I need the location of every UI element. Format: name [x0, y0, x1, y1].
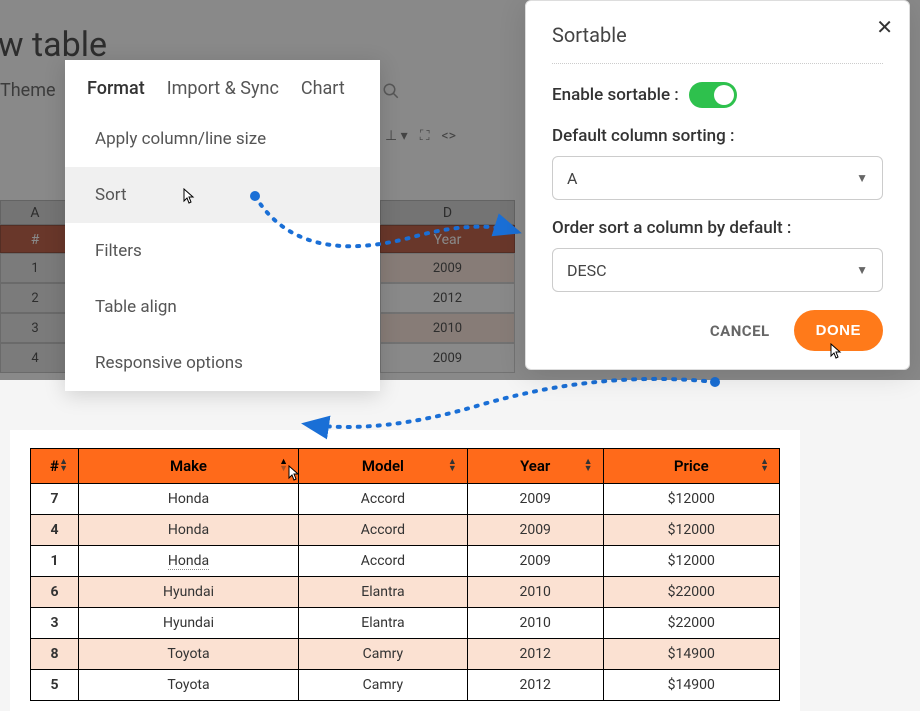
menu-responsive[interactable]: Responsive options	[65, 335, 380, 391]
cell-model: Elantra	[299, 608, 468, 639]
cell-num: 3	[31, 608, 79, 639]
cell-make: Toyota	[79, 639, 299, 670]
cell-price: $22000	[603, 577, 779, 608]
sort-icon[interactable]: ▲▼	[59, 459, 68, 473]
cell-num: 7	[31, 484, 79, 515]
cell-model: Camry	[299, 670, 468, 701]
table-row: 8ToyotaCamry2012$14900	[31, 639, 780, 670]
th-label: Make	[170, 457, 207, 475]
th-label: Price	[674, 457, 709, 475]
sortable-modal: ✕ Sortable Enable sortable : Default col…	[525, 0, 910, 370]
table-row: 1HondaAccord2009$12000	[31, 546, 780, 577]
cell-year: 2009	[467, 546, 603, 577]
order-value: DESC	[567, 261, 607, 280]
order-select[interactable]: DESC ▼	[552, 248, 883, 292]
cell-year: 2010	[467, 608, 603, 639]
default-col-label: Default column sorting :	[552, 126, 883, 146]
chevron-down-icon: ▼	[856, 263, 868, 277]
cell-num: 6	[31, 577, 79, 608]
table-row: 5ToyotaCamry2012$14900	[31, 670, 780, 701]
cell-model: Accord	[299, 484, 468, 515]
cell-model: Accord	[299, 546, 468, 577]
cell-price: $14900	[603, 670, 779, 701]
cell-model: Elantra	[299, 577, 468, 608]
sort-icon[interactable]: ▲▼	[279, 459, 288, 473]
format-dropdown: Format Import & Sync Chart Apply column/…	[65, 60, 380, 391]
close-icon[interactable]: ✕	[876, 15, 893, 39]
th-label: Model	[362, 457, 404, 475]
default-col-select[interactable]: A ▼	[552, 156, 883, 200]
cell-make: Hyundai	[79, 577, 299, 608]
cell-make: Honda	[79, 546, 299, 577]
sort-icon[interactable]: ▲▼	[584, 459, 593, 473]
done-button[interactable]: DONE	[794, 310, 883, 351]
result-table-area: # ▲▼ Make ▲▼ Model ▲▼ Year ▲▼ Price ▲▼	[10, 430, 800, 711]
modal-footer: CANCEL DONE	[552, 310, 883, 351]
sort-icon[interactable]: ▲▼	[760, 459, 769, 473]
table-row: 3HyundaiElantra2010$22000	[31, 608, 780, 639]
cell-price: $12000	[603, 546, 779, 577]
cell-num: 4	[31, 515, 79, 546]
tab-chart[interactable]: Chart	[301, 78, 345, 99]
cell-price: $12000	[603, 515, 779, 546]
th-label: #	[50, 457, 59, 475]
enable-sortable-row: Enable sortable :	[552, 82, 883, 108]
default-col-value: A	[567, 169, 577, 188]
th-price[interactable]: Price ▲▼	[603, 449, 779, 484]
th-num[interactable]: # ▲▼	[31, 449, 79, 484]
cancel-button[interactable]: CANCEL	[710, 322, 770, 340]
modal-title: Sortable	[552, 23, 883, 64]
enable-sortable-toggle[interactable]	[689, 82, 737, 108]
cell-price: $12000	[603, 484, 779, 515]
cell-num: 1	[31, 546, 79, 577]
dropdown-tabs: Format Import & Sync Chart	[65, 60, 380, 111]
th-make[interactable]: Make ▲▼	[79, 449, 299, 484]
search-icon[interactable]	[382, 82, 400, 105]
cell-year: 2009	[467, 515, 603, 546]
cell-year: 2012	[467, 670, 603, 701]
table-row: 6HyundaiElantra2010$22000	[31, 577, 780, 608]
cell-year: 2009	[467, 484, 603, 515]
table-row: 4HondaAccord2009$12000	[31, 515, 780, 546]
th-label: Year	[520, 457, 550, 475]
cell-price: $22000	[603, 608, 779, 639]
cell-num: 8	[31, 639, 79, 670]
enable-sortable-label: Enable sortable :	[552, 85, 679, 105]
tab-import-sync[interactable]: Import & Sync	[167, 78, 279, 99]
cell-make: Honda	[79, 484, 299, 515]
cell-make: Honda	[79, 515, 299, 546]
th-model[interactable]: Model ▲▼	[299, 449, 468, 484]
cell-year: 2012	[467, 639, 603, 670]
cell-make: Toyota	[79, 670, 299, 701]
cell-year: 2010	[467, 577, 603, 608]
result-table: # ▲▼ Make ▲▼ Model ▲▼ Year ▲▼ Price ▲▼	[30, 448, 780, 701]
cell-model: Accord	[299, 515, 468, 546]
sort-icon[interactable]: ▲▼	[448, 459, 457, 473]
menu-filters[interactable]: Filters	[65, 223, 380, 279]
tab-format[interactable]: Format	[87, 78, 145, 99]
menu-sort[interactable]: Sort	[65, 167, 380, 223]
cell-model: Camry	[299, 639, 468, 670]
cell-price: $14900	[603, 639, 779, 670]
menu-table-align[interactable]: Table align	[65, 279, 380, 335]
cell-make: Hyundai	[79, 608, 299, 639]
table-header-row: # ▲▼ Make ▲▼ Model ▲▼ Year ▲▼ Price ▲▼	[31, 449, 780, 484]
table-row: 7HondaAccord2009$12000	[31, 484, 780, 515]
th-year[interactable]: Year ▲▼	[467, 449, 603, 484]
cell-num: 5	[31, 670, 79, 701]
chevron-down-icon: ▼	[856, 171, 868, 185]
order-label: Order sort a column by default :	[552, 218, 883, 238]
menu-apply-size[interactable]: Apply column/line size	[65, 111, 380, 167]
